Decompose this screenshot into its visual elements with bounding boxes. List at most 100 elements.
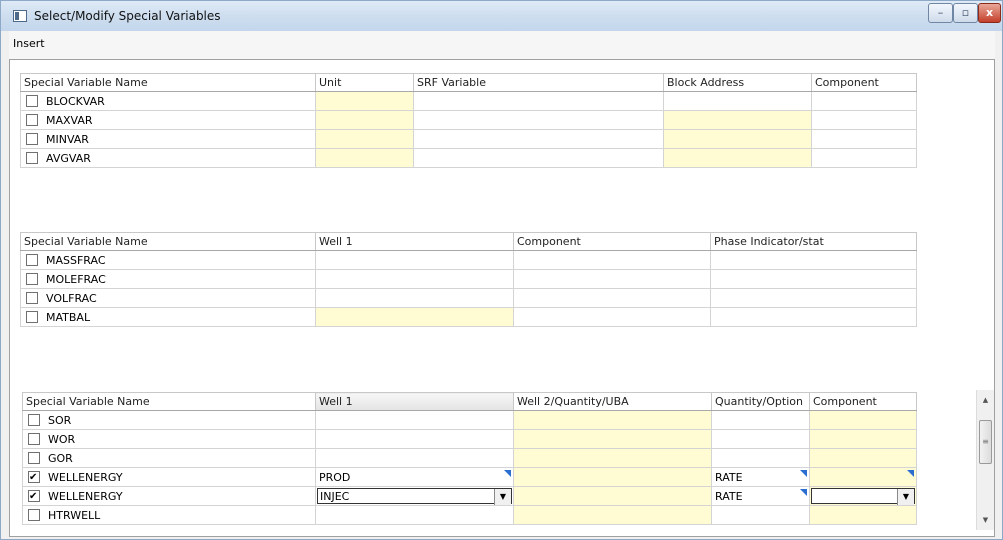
table-row[interactable]: HTRWELL [22,505,917,525]
row-checkbox[interactable] [28,432,40,445]
table-row[interactable]: MAXVAR [20,110,917,130]
well-1-cell[interactable] [315,429,514,449]
component-cell[interactable] [513,269,711,289]
name-cell[interactable]: WELLENERGY [22,486,316,506]
component-cell[interactable] [809,429,917,449]
chevron-down-icon[interactable]: ▼ [897,489,914,505]
title-bar[interactable]: Select/Modify Special Variables – ▫ x [1,1,1002,31]
col-header-name[interactable]: Special Variable Name [22,392,316,411]
col-header-quantity-option[interactable]: Quantity/Option [711,392,810,411]
table-row[interactable]: WOR [22,429,917,449]
close-button[interactable]: x [978,3,1001,23]
component-cell[interactable] [809,505,917,525]
well-1-cell[interactable] [315,505,514,525]
quantity-cell[interactable] [711,410,810,430]
phase-indicator-cell[interactable] [710,250,917,270]
table-row[interactable]: GOR [22,448,917,468]
row-checkbox[interactable] [26,291,38,304]
component-cell[interactable] [513,307,711,327]
name-cell[interactable]: VOLFRAC [20,288,316,308]
name-cell[interactable]: BLOCKVAR [20,91,316,111]
srf-cell[interactable] [413,148,664,168]
well-1-cell[interactable]: PROD [315,467,514,487]
component-cell[interactable] [811,110,917,130]
scroll-down-icon[interactable]: ▼ [977,512,994,528]
table-row[interactable]: MOLEFRAC [20,269,917,289]
well-2-cell[interactable] [513,486,712,506]
component-cell[interactable] [811,129,917,149]
well-1-combobox[interactable]: INJEC ▼ [317,488,512,505]
phase-indicator-cell[interactable] [710,269,917,289]
row-checkbox[interactable] [26,132,38,145]
name-cell[interactable]: WELLENERGY [22,467,316,487]
block-address-cell[interactable] [663,148,812,168]
row-checkbox[interactable] [26,272,38,285]
chevron-down-icon[interactable]: ▼ [494,489,511,505]
name-cell[interactable]: MINVAR [20,129,316,149]
block-address-cell[interactable] [663,91,812,111]
col-header-block-address[interactable]: Block Address [663,73,812,92]
well-1-cell[interactable] [315,448,514,468]
quantity-cell[interactable]: RATE [711,486,810,506]
table-row[interactable]: AVGVAR [20,148,917,168]
component-cell[interactable] [809,448,917,468]
row-checkbox[interactable] [28,508,40,521]
scroll-up-icon[interactable]: ▲ [977,392,994,408]
block-address-cell[interactable] [663,129,812,149]
row-checkbox[interactable] [28,413,40,426]
quantity-cell[interactable]: RATE [711,467,810,487]
table-row[interactable]: VOLFRAC [20,288,917,308]
row-checkbox[interactable] [26,151,38,164]
col-header-unit[interactable]: Unit [315,73,414,92]
name-cell[interactable]: MOLEFRAC [20,269,316,289]
col-header-srf-variable[interactable]: SRF Variable [413,73,664,92]
name-cell[interactable]: WOR [22,429,316,449]
col-header-component[interactable]: Component [811,73,917,92]
name-cell[interactable]: GOR [22,448,316,468]
well-1-cell[interactable]: INJEC ▼ [315,486,514,506]
component-cell[interactable] [513,288,711,308]
col-header-name[interactable]: Special Variable Name [20,232,316,251]
name-cell[interactable]: HTRWELL [22,505,316,525]
row-checkbox[interactable] [26,113,38,126]
table-row[interactable]: MASSFRAC [20,250,917,270]
well-1-cell[interactable] [315,307,514,327]
col-header-well-1[interactable]: Well 1 [315,232,514,251]
name-cell[interactable]: SOR [22,410,316,430]
maximize-button[interactable]: ▫ [953,3,978,23]
scrollbar-thumb[interactable]: ≡ [979,420,992,464]
srf-cell[interactable] [413,129,664,149]
quantity-cell[interactable] [711,429,810,449]
component-cell[interactable] [811,148,917,168]
name-cell[interactable]: MATBAL [20,307,316,327]
quantity-cell[interactable] [711,448,810,468]
unit-cell[interactable] [315,91,414,111]
component-combobox[interactable]: ▼ [811,488,915,505]
table-row[interactable]: WELLENERGY INJEC ▼ RATE ▼ [22,486,917,506]
row-checkbox[interactable] [26,253,38,266]
row-checkbox[interactable] [26,94,38,107]
row-checkbox-checked[interactable] [28,489,40,502]
table-row[interactable]: WELLENERGY PROD RATE [22,467,917,487]
well-1-cell[interactable] [315,269,514,289]
phase-indicator-cell[interactable] [710,307,917,327]
unit-cell[interactable] [315,148,414,168]
srf-cell[interactable] [413,110,664,130]
well-2-cell[interactable] [513,467,712,487]
component-cell[interactable] [513,250,711,270]
well-1-cell[interactable] [315,288,514,308]
block-address-cell[interactable] [663,110,812,130]
minimize-button[interactable]: – [928,3,953,23]
component-cell[interactable]: ▼ [809,486,917,506]
unit-cell[interactable] [315,110,414,130]
component-cell[interactable] [811,91,917,111]
name-cell[interactable]: MAXVAR [20,110,316,130]
col-header-component[interactable]: Component [809,392,917,411]
table-row[interactable]: MATBAL [20,307,917,327]
col-header-well-1[interactable]: Well 1 [315,392,514,411]
row-checkbox[interactable] [26,310,38,323]
table-row[interactable]: MINVAR [20,129,917,149]
menu-insert[interactable]: Insert [13,37,45,50]
unit-cell[interactable] [315,129,414,149]
well-2-cell[interactable] [513,505,712,525]
